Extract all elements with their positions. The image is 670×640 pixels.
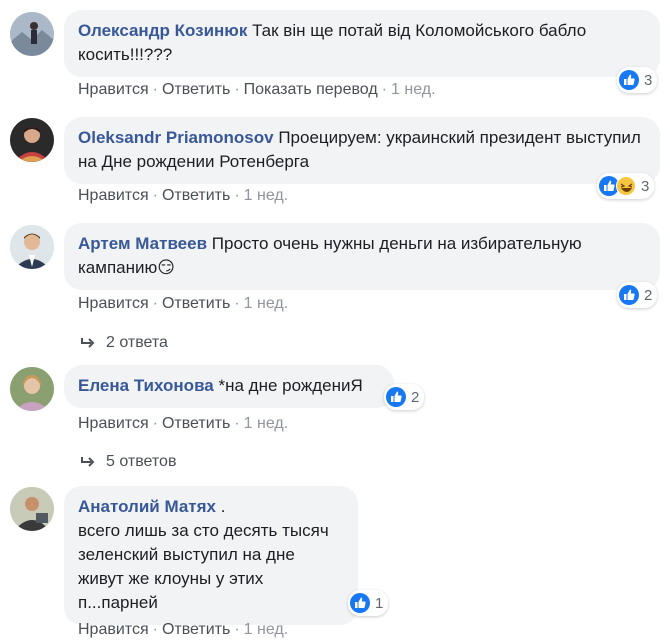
reaction-count: 3 xyxy=(644,71,653,89)
like-icon xyxy=(350,593,370,613)
like-icon xyxy=(386,387,406,407)
comment-text-line: всего лишь за сто десять тысяч xyxy=(78,521,329,540)
like-icon xyxy=(619,285,639,305)
avatar[interactable] xyxy=(10,487,54,531)
comment-text-line: живут же клоуны у этих xyxy=(78,569,264,588)
comment-bubble: Олександр Козинюк Так він ще потай від К… xyxy=(64,10,660,77)
comment-timestamp[interactable]: 1 нед. xyxy=(244,187,289,204)
comment-author[interactable]: Олександр Козинюк xyxy=(78,21,247,40)
comment-timestamp[interactable]: 1 нед. xyxy=(244,415,289,432)
reaction-summary[interactable]: 1 xyxy=(348,590,389,616)
comment-bubble: Артем Матвеев Просто очень нужны деньги … xyxy=(64,223,660,290)
comment-timestamp[interactable]: 1 нед. xyxy=(391,81,436,98)
avatar[interactable] xyxy=(10,367,54,411)
reply-link[interactable]: Ответить xyxy=(162,81,230,98)
comment-timestamp[interactable]: 1 нед. xyxy=(244,295,289,312)
reply-link[interactable]: Ответить xyxy=(162,415,230,432)
reply-link[interactable]: Ответить xyxy=(162,621,230,638)
comment-bubble: Елена Тихонова *на дне рождениЯ xyxy=(64,365,394,408)
reply-link[interactable]: Ответить xyxy=(162,295,230,312)
reaction-count: 3 xyxy=(641,177,650,195)
view-replies-button[interactable]: 5 ответов xyxy=(80,453,176,471)
reaction-summary[interactable]: 2 xyxy=(617,282,658,308)
like-link[interactable]: Нравится xyxy=(78,295,149,312)
reply-link[interactable]: Ответить xyxy=(162,187,230,204)
replies-count[interactable]: 2 ответа xyxy=(106,334,168,352)
comment-actions: Нравится · Ответить · 1 нед. xyxy=(78,295,289,312)
reply-arrow-icon xyxy=(81,338,95,348)
replies-count[interactable]: 5 ответов xyxy=(106,453,176,471)
comment-actions: Нравится · Ответить · 1 нед. xyxy=(78,621,289,638)
like-link[interactable]: Нравится xyxy=(78,81,149,98)
like-link[interactable]: Нравится xyxy=(78,415,149,432)
comment-author[interactable]: Артем Матвеев xyxy=(78,234,207,253)
avatar[interactable] xyxy=(10,118,54,162)
reply-arrow-icon xyxy=(81,457,95,467)
reaction-count: 2 xyxy=(411,388,420,406)
comment-text: *на дне рождениЯ xyxy=(218,376,363,395)
show-translation-link[interactable]: Показать перевод xyxy=(244,81,378,98)
comment-text-line: п...парней xyxy=(78,593,158,612)
comment-author[interactable]: Анатолий Матях xyxy=(78,497,216,516)
like-link[interactable]: Нравится xyxy=(78,621,149,638)
avatar[interactable] xyxy=(10,225,54,269)
view-replies-button[interactable]: 2 ответа xyxy=(80,334,168,352)
comment-actions: Нравится · Ответить · 1 нед. xyxy=(78,415,289,432)
reaction-summary[interactable]: 3 xyxy=(597,173,655,199)
comment-author[interactable]: Oleksandr Priamonosov xyxy=(78,128,274,147)
comment-bubble: Oleksandr Priamonosov Проецируем: украин… xyxy=(64,117,660,184)
reaction-summary[interactable]: 3 xyxy=(617,67,658,93)
reaction-summary[interactable]: 2 xyxy=(384,384,425,410)
like-link[interactable]: Нравится xyxy=(78,187,149,204)
haha-icon xyxy=(616,176,636,196)
comment-text-line: зеленский выступил на дне xyxy=(78,545,295,564)
comment-author[interactable]: Елена Тихонова xyxy=(78,376,214,395)
comment-actions: Нравится · Ответить · 1 нед. xyxy=(78,187,289,204)
comment-text-line: . xyxy=(220,497,226,516)
like-icon xyxy=(619,70,639,90)
avatar[interactable] xyxy=(10,12,54,56)
reaction-count: 1 xyxy=(375,594,384,612)
reaction-count: 2 xyxy=(644,286,653,304)
comment-actions: Нравится · Ответить · Показать перевод · 1 нед… xyxy=(78,81,436,98)
comment-bubble: Анатолий Матях . всего лишь за сто десят… xyxy=(64,486,358,625)
comment-timestamp[interactable]: 1 нед. xyxy=(244,621,289,638)
